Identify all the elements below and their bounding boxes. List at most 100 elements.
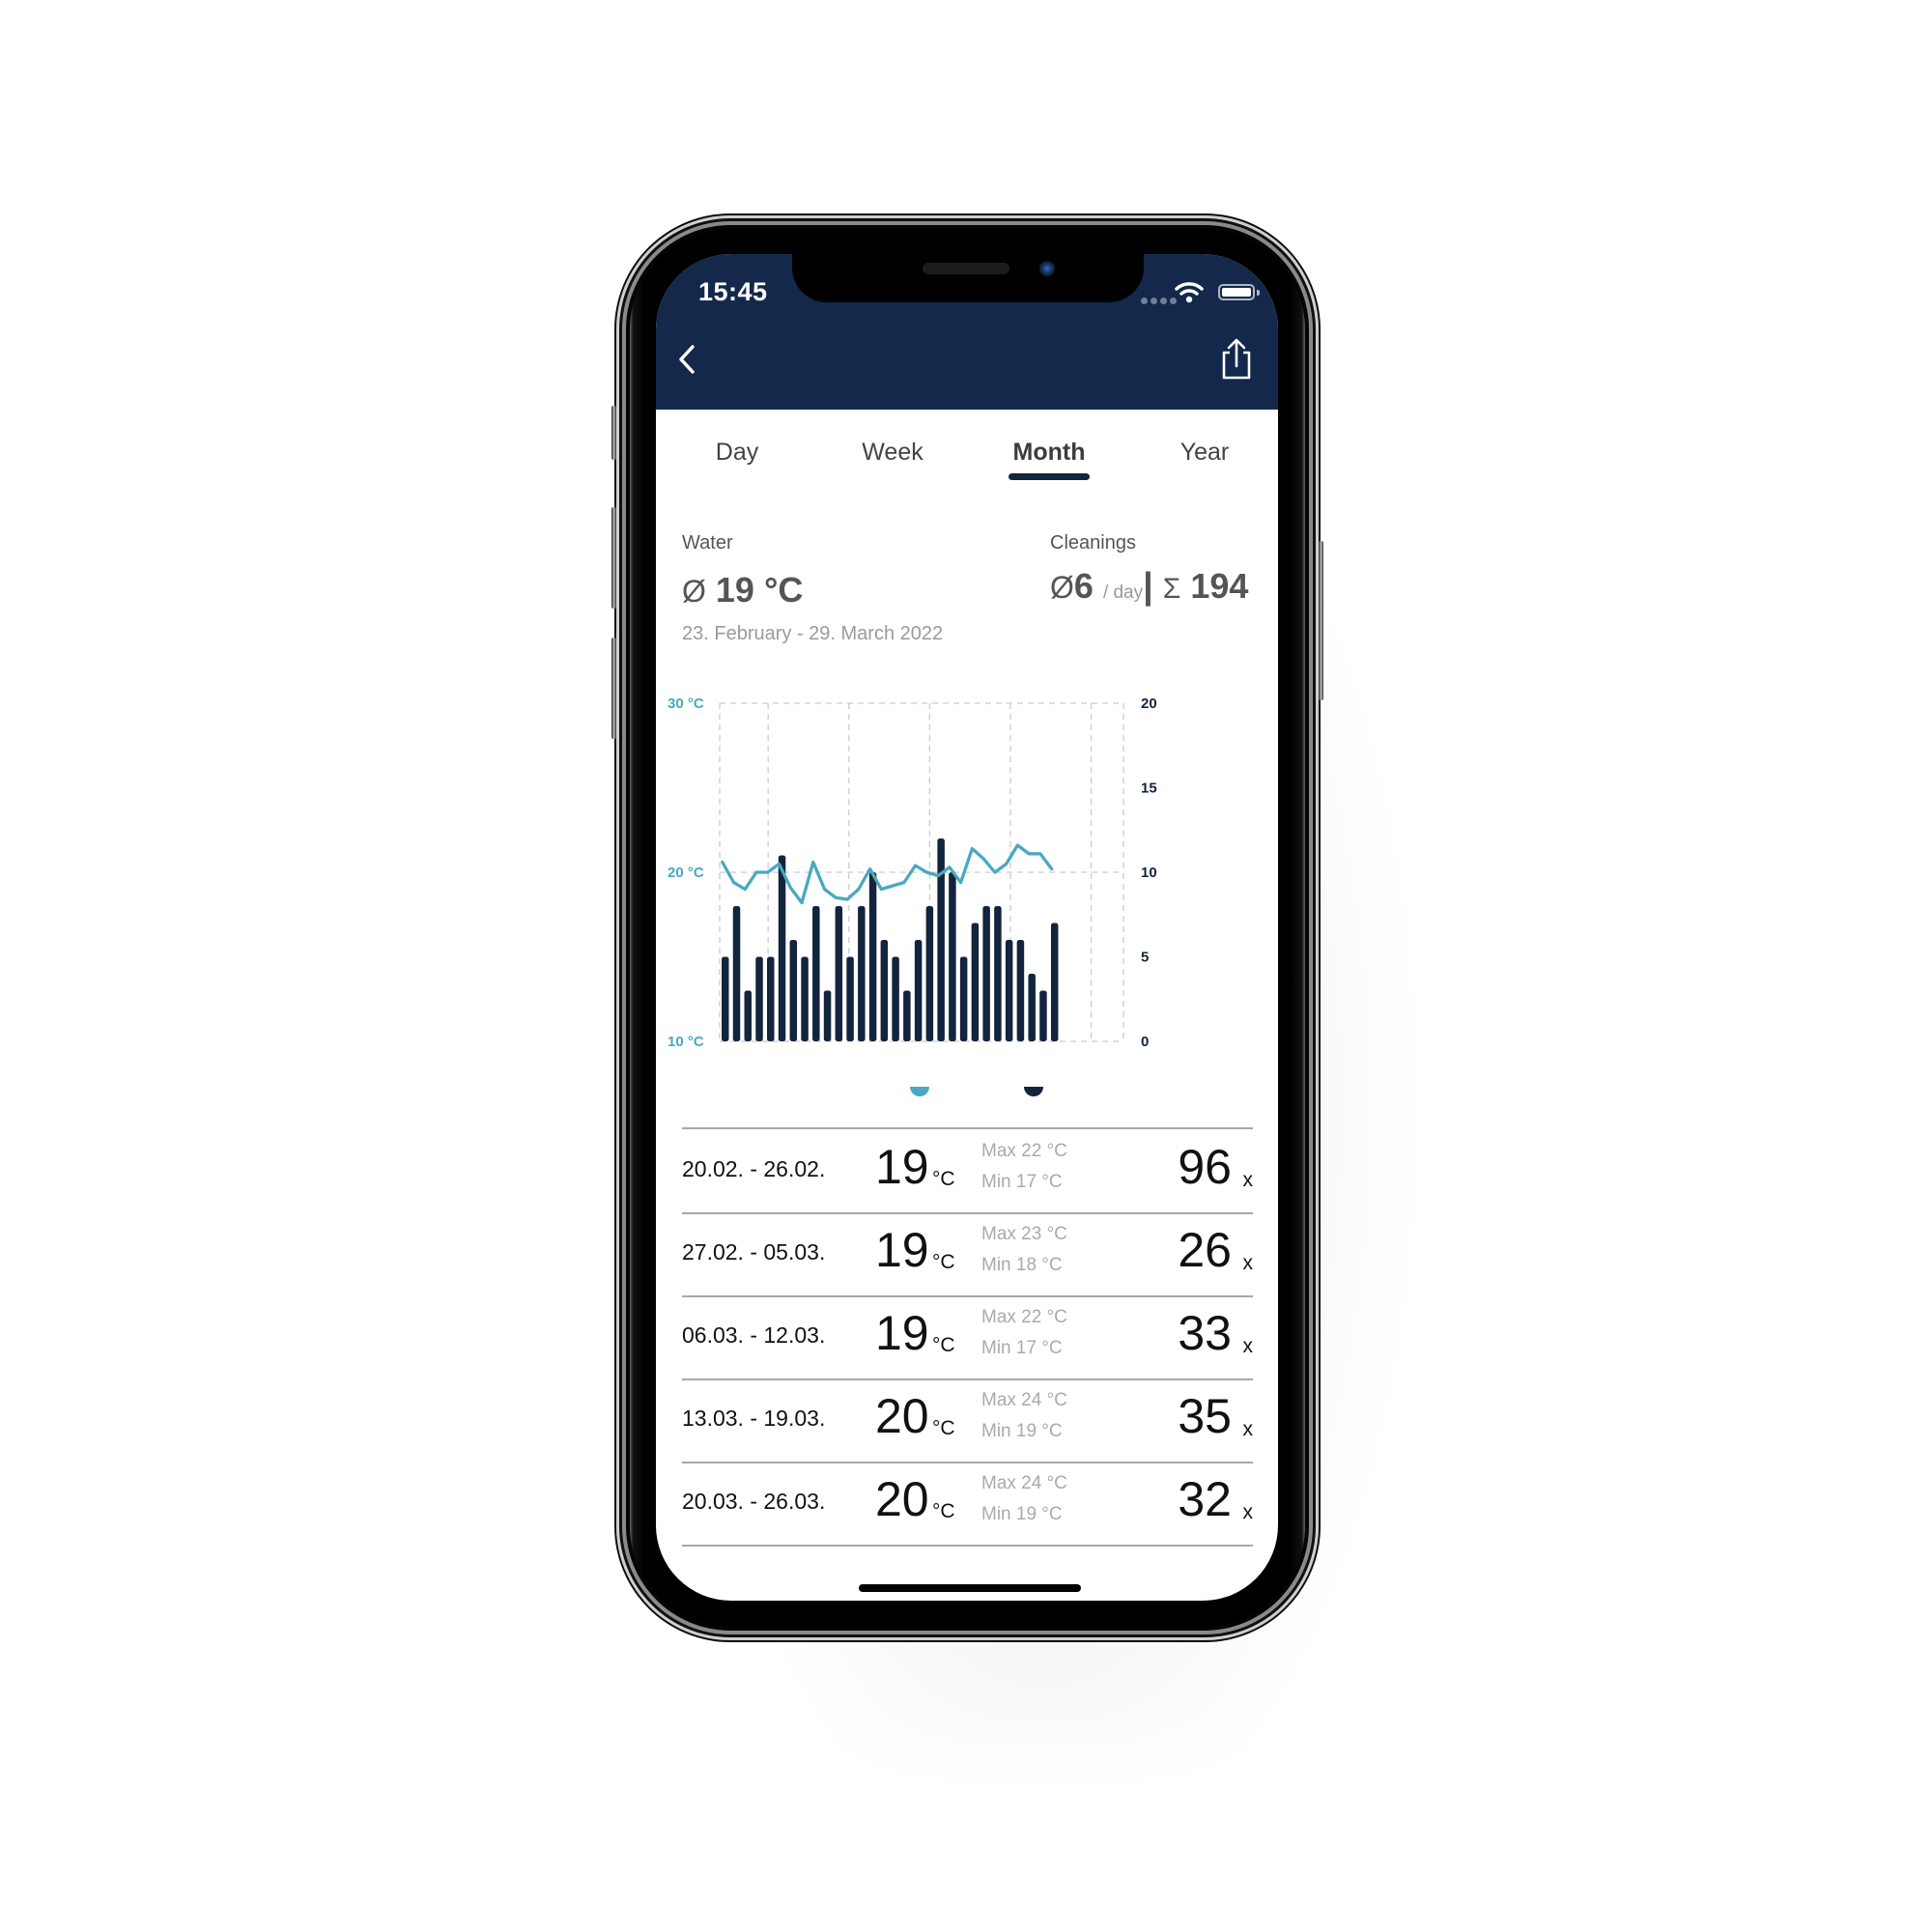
max-temperature: Max 22 °C [981,1307,1067,1327]
cleanings-bar [1039,990,1047,1041]
battery-tip [1257,290,1260,296]
average-temperature: 19 [875,1223,929,1277]
home-indicator[interactable] [859,1584,1081,1592]
water-average: Ø 19 °C [682,570,803,611]
min-temperature: Min 19 °C [981,1421,1063,1441]
min-temperature: Min 17 °C [981,1338,1063,1358]
average-symbol: Ø [1050,570,1074,605]
sum-symbol: Σ [1162,573,1181,605]
max-temperature: Max 23 °C [981,1224,1067,1244]
min-temperature: Min 18 °C [981,1255,1063,1275]
right-axis-tick-label: 10 [1141,865,1157,881]
cleanings-label: Cleanings [1050,532,1136,554]
cleanings-bar [880,940,889,1041]
cleanings-bar [949,872,956,1041]
cleanings-bar [801,956,809,1041]
share-button[interactable] [1216,335,1257,384]
cleanings-bar [959,956,968,1041]
right-axis-tick-label: 20 [1141,696,1157,712]
list-item[interactable]: 20.03. - 26.03. 20 °C Max 24 °C Min 19 °C 32 x [682,1462,1253,1547]
tab-day[interactable]: Day [716,439,758,467]
active-tab-indicator [1009,473,1090,480]
average-temperature: 19 [875,1140,929,1194]
legend-clip [656,1046,1278,1087]
back-button[interactable] [669,337,708,382]
cleanings-bar [903,990,911,1041]
count-suffix: x [1242,1418,1254,1440]
count-suffix: x [1242,1252,1254,1274]
average-symbol: Ø [682,574,706,609]
cleanings-bar [994,906,1002,1041]
average-temperature: 20 [875,1389,929,1443]
temperature-unit: °C [932,1334,955,1356]
average-temperature: 20 [875,1472,929,1526]
list-item[interactable]: 06.03. - 12.03. 19 °C Max 22 °C Min 17 °C 33 x [682,1295,1253,1380]
cleanings-total-value: 194 [1190,566,1249,606]
water-label: Water [682,532,733,554]
temperature-unit: °C [932,1168,955,1190]
tab-month[interactable]: Month [1013,439,1086,467]
cleanings-average-value: 6 [1073,566,1094,606]
cleaning-count: 35 [1178,1389,1232,1443]
share-icon [1222,338,1251,380]
wifi-icon [1175,282,1204,303]
cleanings-bar [1005,940,1013,1041]
max-temperature: Max 22 °C [981,1141,1067,1161]
temperature-line [721,843,1054,905]
list-item[interactable]: 27.02. - 05.03. 19 °C Max 23 °C Min 18 °C 26 x [682,1212,1253,1297]
cleanings-bar [937,838,945,1041]
app-screen: 15:45 Day Week Month Year Water Ø 19 °C … [656,254,1278,1601]
count-suffix: x [1242,1501,1254,1523]
cleaning-count: 96 [1178,1140,1232,1194]
water-average-value: 19 °C [715,570,804,610]
battery-icon [1218,284,1255,300]
date-range: 23. February - 29. March 2022 [682,623,944,644]
tab-year[interactable]: Year [1180,439,1230,467]
cleaning-count: 32 [1178,1472,1232,1526]
cleanings-bar [823,990,832,1041]
cleanings-bar [1016,940,1025,1041]
per-day-label: / day [1102,582,1144,603]
cleanings-bar [982,906,990,1041]
week-range: 20.02. - 26.02. [682,1156,826,1181]
cleanings-bar [971,923,980,1041]
week-range: 06.03. - 12.03. [682,1322,826,1348]
cleanings-bar [744,990,753,1041]
cleanings-bar [789,940,798,1041]
cleanings-bar [732,906,741,1041]
cellular-signal-icon [1141,298,1177,304]
tab-week[interactable]: Week [862,439,923,467]
power-button [1319,541,1323,700]
volume-up-button [611,507,616,609]
week-range: 20.03. - 26.03. [682,1489,826,1514]
temperature-unit: °C [932,1251,955,1273]
separator: | [1143,566,1153,607]
max-temperature: Max 24 °C [981,1473,1067,1493]
cleanings-bar [914,940,923,1041]
cleanings-bar [846,956,854,1041]
cleanings-bar [722,956,729,1041]
cleanings-bar [892,956,899,1041]
max-temperature: Max 24 °C [981,1390,1067,1410]
status-time: 15:45 [698,277,768,306]
right-axis-tick-label: 15 [1141,781,1157,797]
right-axis-tick-label: 5 [1141,950,1149,966]
left-axis-tick-label: 30 °C [668,696,704,712]
week-range: 13.03. - 19.03. [682,1406,826,1431]
temperature-unit: °C [932,1500,955,1522]
count-suffix: x [1242,1335,1254,1357]
list-item[interactable]: 20.02. - 26.02. 19 °C Max 22 °C Min 17 °C 96 x [682,1129,1253,1214]
cleaning-count: 33 [1178,1306,1232,1360]
cleanings-bar [755,956,763,1041]
cleanings-bar [767,956,775,1041]
cleanings-summary: Ø6 / day| Σ 194 [1050,566,1248,608]
week-range: 27.02. - 05.03. [682,1239,826,1264]
list-item[interactable]: 13.03. - 19.03. 20 °C Max 24 °C Min 19 °C 35 x [682,1378,1253,1463]
min-temperature: Min 17 °C [981,1172,1063,1192]
count-suffix: x [1242,1169,1254,1191]
left-axis-tick-label: 20 °C [668,865,704,881]
volume-down-button [611,638,616,739]
cleanings-bar [835,906,843,1041]
average-temperature: 19 [875,1306,929,1360]
mute-switch [611,406,616,460]
